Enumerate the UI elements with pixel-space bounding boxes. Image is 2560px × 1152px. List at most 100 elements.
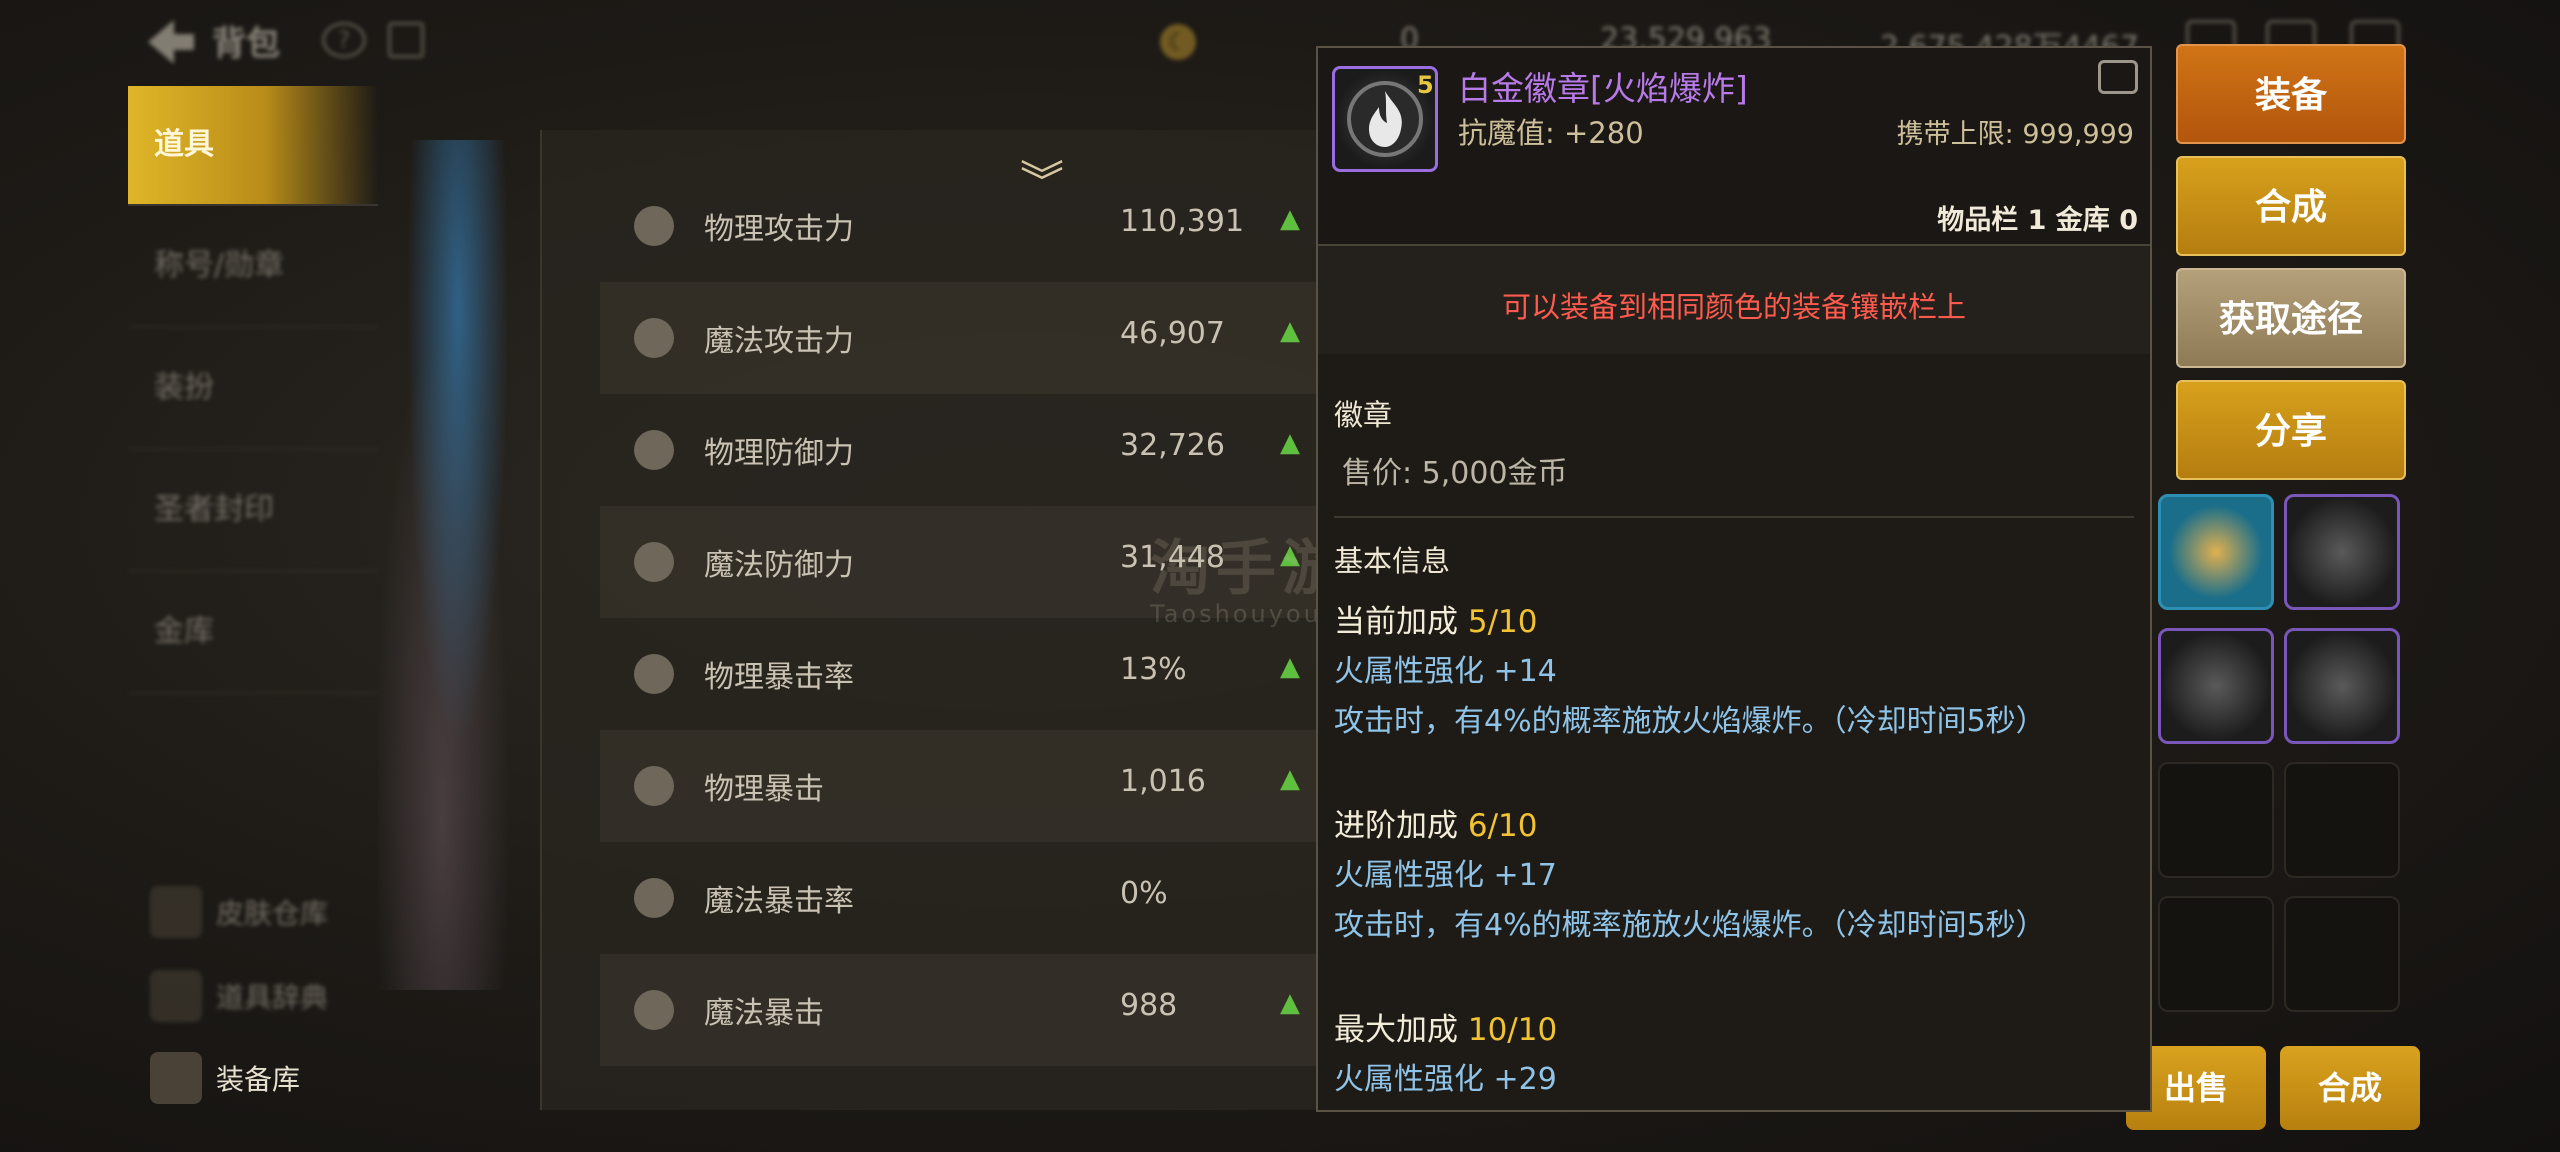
moon-coin-icon: ☾ [1160, 24, 1196, 60]
advanced-bonus-num: 6/10 [1467, 808, 1538, 844]
physical-crit-icon [634, 766, 674, 806]
advanced-bonus-label: 进阶加成 [1334, 808, 1458, 844]
stat-name: 魔法攻击力 [704, 324, 854, 359]
calendar-icon[interactable] [388, 22, 424, 58]
stat-value: 13% [1120, 652, 1187, 687]
stat-row: 魔法攻击力 46,907 ▲ [600, 282, 1320, 394]
export-icon[interactable] [2098, 60, 2138, 94]
max-bonus-stat: 火属性强化 +29 [1334, 1062, 1557, 1097]
equip-notice: 可以装备到相同颜色的装备镶嵌栏上 [1501, 290, 1966, 324]
skin-storage-icon [150, 886, 202, 938]
stat-name: 物理暴击率 [704, 660, 854, 695]
sell-label: 出售 [2163, 1069, 2228, 1107]
stat-row: 魔法暴击率 0% [600, 842, 1320, 954]
acquire-source-button[interactable]: 获取途径 [2176, 268, 2406, 368]
item-dictionary-button[interactable]: 道具辞典 [150, 970, 328, 1022]
stat-name: 物理攻击力 [704, 212, 854, 247]
current-bonus-effect: 攻击时，有4%的概率施放火焰爆炸。（冷却时间5秒） [1334, 704, 2046, 739]
tab-vault[interactable]: 金库 [128, 572, 378, 694]
stat-row: 物理暴击 1,016 ▲ [600, 730, 1320, 842]
badge-item-slot[interactable] [2284, 628, 2400, 744]
advanced-bonus-stat: 火属性强化 +17 [1334, 858, 1557, 893]
skin-storage-button[interactable]: 皮肤仓库 [150, 886, 328, 938]
skin-storage-label: 皮肤仓库 [216, 897, 329, 930]
stat-value: 46,907 [1120, 316, 1225, 351]
stat-row: 魔法暴击 988 ▲ [600, 954, 1320, 1066]
share-button[interactable]: 分享 [2176, 380, 2406, 480]
tab-avatar[interactable]: 装扮 [128, 328, 378, 450]
physical-defense-icon [634, 430, 674, 470]
tab-label: 称号/勋章 [154, 248, 285, 283]
up-arrow-icon: ▲ [1280, 988, 1300, 1018]
empty-slot[interactable] [2158, 896, 2274, 1012]
back-arrow-icon[interactable] [140, 14, 200, 70]
tab-titles[interactable]: 称号/勋章 [128, 206, 378, 328]
tab-label: 装扮 [154, 370, 214, 405]
physical-crit-rate-icon [634, 654, 674, 694]
merge-label: 合成 [2317, 1069, 2382, 1107]
share-label: 分享 [2254, 411, 2327, 452]
item-dictionary-label: 道具辞典 [216, 981, 329, 1014]
equipment-library-button[interactable]: 装备库 [150, 1052, 300, 1104]
current-bonus: 当前加成 5/10 [1334, 596, 1537, 641]
sell-price: 售价: 5,000金币 [1342, 456, 1568, 491]
magic-resist-value: 抗魔值: +280 [1458, 116, 1644, 150]
combine-button[interactable]: 合成 [2176, 156, 2406, 256]
item-category: 徽章 [1334, 398, 1393, 432]
help-icon[interactable]: ? [322, 22, 366, 58]
up-arrow-icon: ▲ [1280, 652, 1300, 682]
item-tooltip: 5 白金徽章[火焰爆炸] 抗魔值: +280 携带上限: 999,999 物品栏… [1316, 46, 2152, 1112]
stat-row: 物理防御力 32,726 ▲ [600, 394, 1320, 506]
max-bonus: 最大加成 10/10 [1334, 1004, 1557, 1049]
equipment-library-icon [150, 1052, 202, 1104]
max-bonus-num: 10/10 [1467, 1012, 1558, 1048]
up-arrow-icon: ▲ [1280, 428, 1300, 458]
stat-value: 988 [1120, 988, 1178, 1023]
equip-button[interactable]: 装备 [2176, 44, 2406, 144]
equip-label: 装备 [2254, 75, 2327, 116]
up-arrow-icon: ▲ [1280, 316, 1300, 346]
sidebar: 道具 称号/勋章 装扮 圣者封印 金库 [128, 86, 378, 694]
acquire-source-label: 获取途径 [2218, 299, 2363, 340]
storage-count: 物品栏 1 金库 0 [1937, 205, 2138, 236]
current-bonus-label: 当前加成 [1334, 604, 1458, 640]
stat-name: 魔法暴击率 [704, 884, 854, 919]
item-name: 白金徽章[火焰爆炸] [1458, 69, 1748, 108]
merge-button[interactable]: 合成 [2280, 1046, 2420, 1130]
basic-info-title: 基本信息 [1334, 544, 1451, 578]
physical-attack-icon [634, 206, 674, 246]
stat-value: 0% [1120, 876, 1168, 911]
character-art [378, 140, 538, 990]
empty-slot[interactable] [2284, 762, 2400, 878]
item-dictionary-icon [150, 970, 202, 1022]
fire-badge-icon: 5 [1332, 66, 1438, 172]
tab-label: 金库 [154, 614, 214, 649]
badge-item-slot[interactable] [2284, 494, 2400, 610]
page-title: 背包 [212, 24, 280, 64]
stat-name: 物理暴击 [704, 772, 824, 807]
advanced-bonus-effect: 攻击时，有4%的概率施放火焰爆炸。（冷却时间5秒） [1334, 908, 2046, 943]
badge-item-slot[interactable] [2158, 628, 2274, 744]
stat-row: 物理攻击力 110,391 ▲ [600, 170, 1320, 282]
empty-slot[interactable] [2284, 896, 2400, 1012]
watermark-sub: Taoshouyou [1150, 600, 1322, 628]
magic-defense-icon [634, 542, 674, 582]
boots-item-slot[interactable] [2158, 494, 2274, 610]
max-bonus-label: 最大加成 [1334, 1012, 1458, 1048]
stat-value: 1,016 [1120, 764, 1206, 799]
advanced-bonus: 进阶加成 6/10 [1334, 800, 1537, 845]
stat-value: 110,391 [1120, 204, 1245, 239]
tab-items[interactable]: 道具 [128, 86, 378, 206]
tab-seal[interactable]: 圣者封印 [128, 450, 378, 572]
up-arrow-icon: ▲ [1280, 764, 1300, 794]
magic-crit-icon [634, 990, 674, 1030]
stat-name: 物理防御力 [704, 436, 854, 471]
stat-name: 魔法暴击 [704, 996, 824, 1031]
combine-label: 合成 [2254, 187, 2327, 228]
empty-slot[interactable] [2158, 762, 2274, 878]
stat-row: 物理暴击率 13% ▲ [600, 618, 1320, 730]
magic-attack-icon [634, 318, 674, 358]
tab-label: 道具 [154, 127, 214, 162]
magic-crit-rate-icon [634, 878, 674, 918]
carry-limit: 携带上限: 999,999 [1896, 119, 2134, 150]
